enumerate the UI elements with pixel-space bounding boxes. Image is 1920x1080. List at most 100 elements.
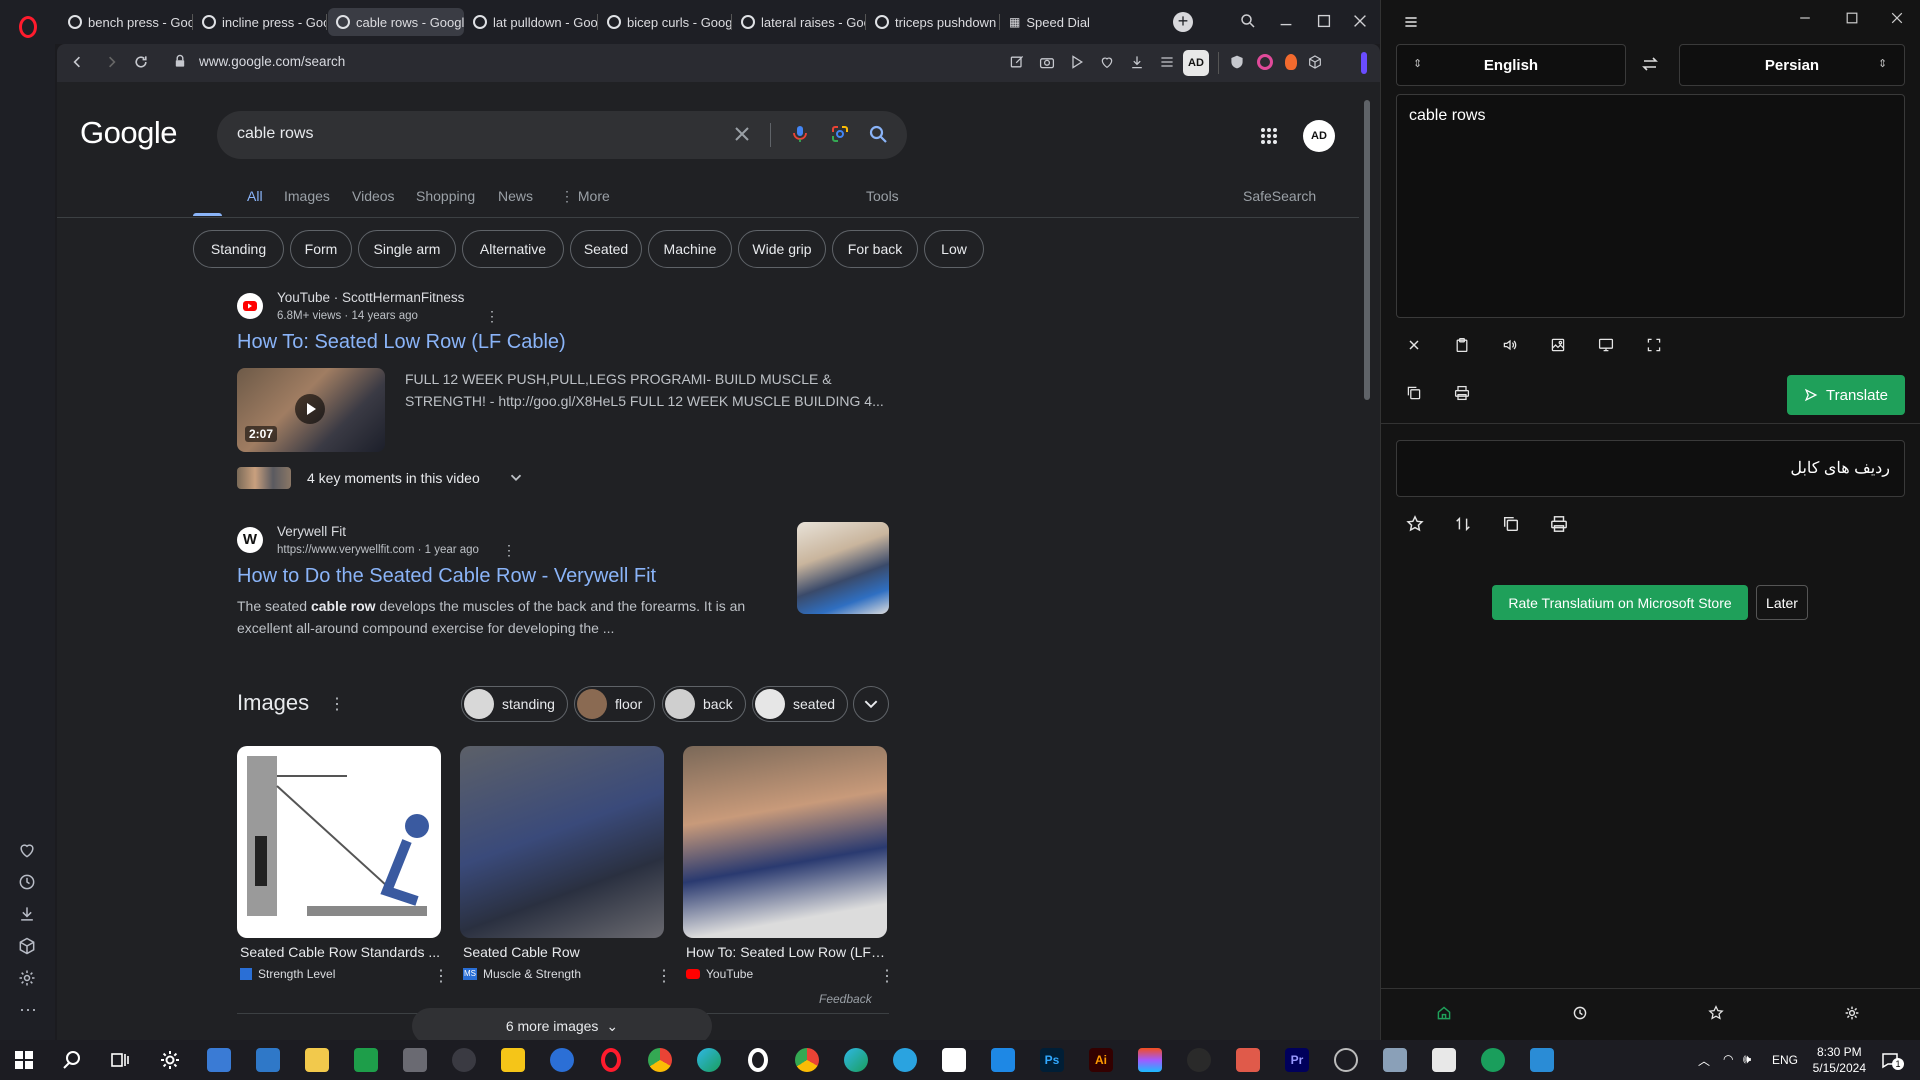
star-favorite-icon[interactable] xyxy=(1406,515,1426,535)
download-icon[interactable] xyxy=(1129,54,1147,72)
tab-images[interactable]: Images xyxy=(284,188,330,204)
target-language-select[interactable]: Persian ⇕ xyxy=(1679,44,1905,86)
search-input[interactable]: cable rows xyxy=(237,125,313,143)
source-language-select[interactable]: ⇕ English xyxy=(1396,44,1626,86)
url-text[interactable]: www.google.com/search xyxy=(199,54,345,69)
app-icon[interactable] xyxy=(550,1048,574,1072)
safesearch-button[interactable]: SafeSearch xyxy=(1243,188,1316,204)
translate-button[interactable]: Translate xyxy=(1787,375,1905,415)
translatium-icon[interactable] xyxy=(1530,1048,1554,1072)
clear-search-icon[interactable] xyxy=(732,124,754,146)
google-lens-icon[interactable] xyxy=(830,124,852,146)
account-avatar[interactable]: AD xyxy=(1303,120,1335,152)
extension-circle-icon[interactable] xyxy=(1257,54,1273,70)
image-result-card[interactable] xyxy=(683,746,887,938)
search-box[interactable]: cable rows xyxy=(217,111,907,159)
edge-icon[interactable] xyxy=(844,1048,868,1072)
chip-form[interactable]: Form xyxy=(290,230,352,268)
image-result-card[interactable] xyxy=(460,746,664,938)
image-card-source[interactable]: YouTube xyxy=(686,967,753,981)
key-moments-toggle[interactable]: 4 key moments in this video xyxy=(307,470,480,486)
settings-gear-icon[interactable] xyxy=(1844,1005,1864,1025)
tab-speed-dial[interactable]: ▦ Speed Dial xyxy=(1001,8,1111,36)
tab-search-icon[interactable] xyxy=(1239,12,1259,32)
chevron-down-icon[interactable] xyxy=(507,468,525,486)
file-explorer-icon[interactable] xyxy=(305,1048,329,1072)
maximize-icon[interactable] xyxy=(1844,10,1860,26)
tab-bench-press[interactable]: bench press - Goog xyxy=(60,8,193,36)
chip-for-back[interactable]: For back xyxy=(832,230,918,268)
search-icon[interactable] xyxy=(60,1048,84,1072)
later-button[interactable]: Later xyxy=(1756,585,1808,620)
result-source[interactable]: Verywell Fit xyxy=(277,524,346,539)
print-icon[interactable] xyxy=(1454,385,1474,405)
xbox-icon[interactable] xyxy=(1481,1048,1505,1072)
image-card-source[interactable]: Strength Level xyxy=(240,967,335,981)
downloads-icon[interactable] xyxy=(17,904,39,926)
scrollbar-thumb[interactable] xyxy=(1364,100,1370,400)
image-chip-standing[interactable]: standing xyxy=(461,686,568,722)
fullscreen-icon[interactable] xyxy=(1646,337,1666,357)
tab-lateral-raises[interactable]: lateral raises - Goog xyxy=(733,8,866,36)
forward-arrow-icon[interactable] xyxy=(104,54,122,72)
more-images-button[interactable]: 6 more images ⌄ xyxy=(412,1008,712,1040)
minimize-icon[interactable] xyxy=(1797,10,1813,26)
reload-icon[interactable] xyxy=(133,54,151,72)
profile-avatar-icon[interactable]: AD xyxy=(1183,50,1209,76)
history-icon[interactable] xyxy=(17,872,39,894)
chrome-icon[interactable] xyxy=(795,1048,819,1072)
tab-incline-press[interactable]: incline press - Goog xyxy=(194,8,327,36)
speaker-icon[interactable] xyxy=(1502,337,1522,357)
voice-search-mic-icon[interactable] xyxy=(790,124,812,146)
notifications-icon[interactable]: 1 xyxy=(1880,1050,1904,1070)
play-button-icon[interactable] xyxy=(295,394,325,424)
app-icon[interactable] xyxy=(1236,1048,1260,1072)
result-source[interactable]: YouTube · ScottHermanFitness xyxy=(277,290,464,305)
app-icon[interactable] xyxy=(207,1048,231,1072)
illustrator-icon[interactable]: Ai xyxy=(1089,1048,1113,1072)
home-icon[interactable] xyxy=(1436,1005,1456,1025)
image-result-card[interactable] xyxy=(237,746,441,938)
chip-single-arm[interactable]: Single arm xyxy=(358,230,456,268)
app-icon[interactable] xyxy=(452,1048,476,1072)
opera-gx-icon[interactable] xyxy=(748,1048,768,1072)
result-title-link[interactable]: How to Do the Seated Cable Row - Verywel… xyxy=(237,565,656,588)
tab-videos[interactable]: Videos xyxy=(352,188,395,204)
tray-chevron-up-icon[interactable]: ︿ xyxy=(1698,1052,1710,1069)
result-options-icon[interactable]: ⋮ xyxy=(502,542,516,559)
input-language[interactable]: ENG xyxy=(1772,1053,1798,1067)
rate-app-button[interactable]: Rate Translatium on Microsoft Store xyxy=(1492,585,1748,620)
photoshop-icon[interactable]: Ps xyxy=(1040,1048,1064,1072)
hamburger-menu-icon[interactable] xyxy=(1403,14,1419,30)
tab-all[interactable]: All xyxy=(247,188,263,204)
image-card-options-icon[interactable]: ⋮ xyxy=(433,966,449,986)
favorites-star-icon[interactable] xyxy=(1708,1005,1728,1025)
app-icon[interactable] xyxy=(1383,1048,1407,1072)
swap-languages-icon[interactable] xyxy=(1640,54,1660,74)
tab-lat-pulldown[interactable]: lat pulldown - Goog xyxy=(465,8,598,36)
close-window-icon[interactable] xyxy=(1351,12,1371,32)
tab-shopping[interactable]: Shopping xyxy=(416,188,475,204)
chip-standing[interactable]: Standing xyxy=(193,230,284,268)
close-window-icon[interactable] xyxy=(1889,10,1905,26)
image-card-title[interactable]: How To: Seated Low Row (LF ... xyxy=(686,944,886,960)
app-icon[interactable] xyxy=(1334,1048,1358,1072)
new-tab-plus-icon[interactable]: + xyxy=(1173,12,1193,32)
image-chip-floor[interactable]: floor xyxy=(574,686,656,722)
copy-icon[interactable] xyxy=(1502,515,1522,535)
google-logo[interactable]: Google xyxy=(80,115,177,151)
app-icon[interactable] xyxy=(354,1048,378,1072)
tools-button[interactable]: Tools xyxy=(866,188,899,204)
heart-icon[interactable] xyxy=(17,840,39,862)
result-thumbnail[interactable] xyxy=(797,522,889,614)
chip-alternative[interactable]: Alternative xyxy=(462,230,564,268)
chip-machine[interactable]: Machine xyxy=(648,230,732,268)
image-chip-seated[interactable]: seated xyxy=(752,686,849,722)
screen-capture-icon[interactable] xyxy=(1598,337,1618,357)
figma-icon[interactable] xyxy=(1138,1048,1162,1072)
translation-output-text[interactable]: ردیف های کابل xyxy=(1790,458,1890,478)
maximize-icon[interactable] xyxy=(1315,12,1335,32)
tab-more[interactable]: ⋮ More xyxy=(560,188,610,205)
task-view-icon[interactable] xyxy=(108,1048,132,1072)
tab-bicep-curls[interactable]: bicep curls - Google xyxy=(599,8,732,36)
